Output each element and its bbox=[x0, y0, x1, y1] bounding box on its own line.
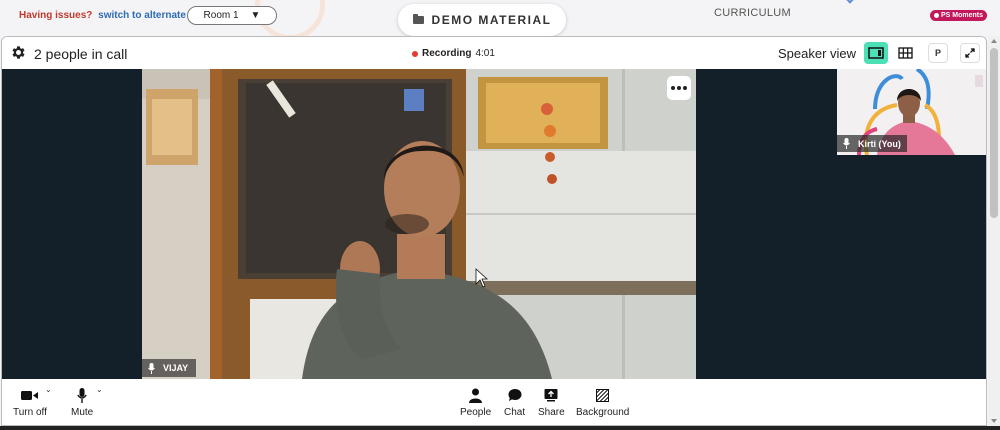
people-button[interactable]: People bbox=[460, 387, 491, 418]
background-label: Background bbox=[576, 407, 630, 418]
top-bar: Having issues? switch to alternate room … bbox=[0, 0, 1000, 40]
mic-label: Mute bbox=[71, 407, 94, 418]
chevron-down-icon[interactable]: ⌄ bbox=[96, 385, 103, 394]
issue-text: Having issues? bbox=[19, 10, 93, 21]
meeting-page: Having issues? switch to alternate room … bbox=[0, 0, 1000, 430]
p-button[interactable]: P bbox=[928, 43, 948, 63]
speaker-view-icon bbox=[868, 47, 884, 59]
mic-button[interactable]: Mute bbox=[71, 387, 93, 418]
view-label: Speaker view bbox=[778, 46, 857, 61]
speaker-view-button[interactable] bbox=[864, 42, 888, 64]
camera-icon bbox=[21, 390, 39, 400]
chevron-down-icon: ▼ bbox=[250, 10, 261, 21]
call-window: 2 people in call Recording 4:01 Speaker … bbox=[1, 36, 987, 426]
people-count: 2 people in call bbox=[34, 46, 128, 62]
chat-icon bbox=[508, 389, 522, 401]
camera-button[interactable]: Turn off bbox=[13, 387, 47, 418]
issue-notice: Having issues? switch to alternate room bbox=[19, 10, 214, 21]
scroll-down-icon[interactable] bbox=[991, 419, 997, 423]
recording-dot-icon bbox=[412, 50, 418, 57]
fullscreen-icon bbox=[965, 48, 975, 58]
mic-icon bbox=[77, 387, 87, 403]
recording-status: Recording 4:01 bbox=[412, 48, 495, 59]
chevron-down-icon bbox=[844, 0, 856, 4]
recording-label: Recording bbox=[422, 48, 472, 59]
room-select-value: Room 1 bbox=[203, 10, 239, 21]
chevron-down-icon[interactable]: ⌄ bbox=[45, 385, 52, 394]
mic-icon bbox=[148, 362, 155, 374]
demo-material-label: DEMO MATERIAL bbox=[431, 13, 552, 27]
main-participant-name: VIJAY bbox=[163, 363, 189, 373]
self-participant-name: Kirti (You) bbox=[858, 138, 901, 149]
recording-time: 4:01 bbox=[475, 48, 495, 59]
share-icon bbox=[544, 389, 558, 402]
main-video-tile[interactable]: VIJAY bbox=[142, 69, 696, 379]
scroll-up-icon[interactable] bbox=[991, 39, 997, 43]
more-icon bbox=[677, 86, 681, 90]
call-header: 2 people in call Recording 4:01 Speaker … bbox=[2, 37, 986, 69]
share-label: Share bbox=[538, 407, 565, 418]
mic-icon bbox=[843, 138, 850, 149]
moments-label: PS Moments bbox=[940, 12, 983, 19]
gear-icon[interactable] bbox=[10, 44, 27, 61]
curriculum-link[interactable]: CURRICULUM bbox=[714, 7, 791, 19]
background-button[interactable]: Background bbox=[576, 387, 629, 418]
more-options-button[interactable] bbox=[667, 76, 691, 100]
main-video-feed bbox=[142, 69, 696, 379]
people-icon bbox=[469, 388, 483, 403]
chat-label: Chat bbox=[504, 407, 526, 418]
background-icon bbox=[596, 388, 610, 402]
folder-icon bbox=[412, 14, 424, 24]
control-bar: Turn off ⌄ Mute ⌄ People Chat Share Back… bbox=[2, 379, 986, 425]
self-video-tile[interactable]: Kirti (You) bbox=[837, 69, 986, 155]
more-icon bbox=[671, 86, 675, 90]
grid-view-icon bbox=[897, 47, 913, 59]
demo-material-button[interactable]: DEMO MATERIAL bbox=[398, 4, 566, 36]
more-icon bbox=[683, 86, 687, 90]
moments-icon bbox=[933, 13, 939, 18]
main-name-tag: VIJAY bbox=[142, 359, 197, 377]
camera-label: Turn off bbox=[13, 407, 47, 418]
room-select[interactable]: Room 1 ▼ bbox=[187, 6, 277, 25]
chat-button[interactable]: Chat bbox=[504, 387, 525, 418]
moments-badge[interactable]: PS Moments bbox=[930, 10, 987, 21]
grid-view-button[interactable] bbox=[893, 42, 917, 64]
share-button[interactable]: Share bbox=[538, 387, 565, 418]
people-label: People bbox=[460, 407, 492, 418]
scrollbar[interactable] bbox=[988, 36, 1000, 426]
self-name-tag: Kirti (You) bbox=[837, 135, 907, 152]
bottom-edge bbox=[0, 426, 1000, 430]
video-stage: VIJAY Kirti (You) bbox=[2, 69, 986, 379]
scrollbar-thumb[interactable] bbox=[990, 48, 998, 218]
fullscreen-button[interactable] bbox=[960, 43, 980, 63]
